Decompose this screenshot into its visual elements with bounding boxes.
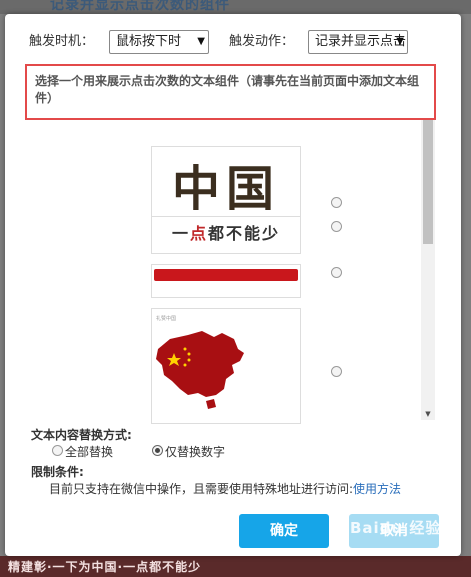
scroll-down-icon[interactable]: ▼ <box>421 408 435 420</box>
scrollbar-thumb[interactable] <box>423 104 433 244</box>
slogan-part-1: 一 <box>171 224 190 243</box>
background-footer-text: 精建彰·一下为中国·一点都不能少 <box>8 560 202 574</box>
component-radio-1[interactable] <box>331 197 342 208</box>
component-radio-4[interactable] <box>331 366 342 377</box>
trigger-action-label: 触发动作： <box>229 34 295 49</box>
background-page-footer: 精建彰·一下为中国·一点都不能少 <box>0 556 471 577</box>
trigger-settings-dialog: 触发时机： 鼠标按下时 ▼ 触发动作： 记录并显示点击 ▼ 选择一个用来展示点击… <box>5 14 461 556</box>
chevron-down-icon: ▼ <box>396 36 404 47</box>
trigger-timing-select[interactable]: 鼠标按下时 ▼ <box>109 30 209 54</box>
usage-link[interactable]: 使用方法 <box>353 482 401 496</box>
trigger-row: 触发时机： 鼠标按下时 ▼ 触发动作： 记录并显示点击 ▼ <box>5 29 461 55</box>
trigger-action-value: 记录并显示点击 <box>315 34 407 49</box>
baidu-watermark: Baidu 经验 <box>350 519 442 537</box>
slogan-part-3: 都不能少 <box>208 224 281 243</box>
instruction-box: 选择一个用来展示点击次数的文本组件（请事先在当前页面中添加文本组件） <box>25 64 436 120</box>
replace-mode-label: 文本内容替换方式: <box>31 428 132 442</box>
component-thumb-red-bar[interactable] <box>151 264 301 298</box>
limit-note: 目前只支持在微信中操作，且需要使用特殊地址进行访问:使用方法 <box>49 480 401 497</box>
replace-digits-radio[interactable] <box>152 445 163 456</box>
chevron-down-icon: ▼ <box>197 36 205 47</box>
trigger-action-select[interactable]: 记录并显示点击 ▼ <box>308 30 408 54</box>
background-title-text: 记录并显示点击次数的组件 <box>50 0 230 13</box>
confirm-button[interactable]: 确定 <box>239 514 329 548</box>
limit-note-text: 目前只支持在微信中操作，且需要使用特殊地址进行访问: <box>49 482 354 496</box>
limit-label: 限制条件: <box>31 465 84 479</box>
slogan-part-2: 点 <box>189 224 208 243</box>
component-radio-3[interactable] <box>331 267 342 278</box>
red-bar-graphic <box>154 269 298 281</box>
replace-all-radio[interactable] <box>52 445 63 456</box>
list-scrollbar[interactable]: ▲ ▼ <box>421 90 435 420</box>
component-radio-2[interactable] <box>331 221 342 232</box>
replace-all-label[interactable]: 全部替换 <box>65 445 113 459</box>
trigger-timing-label: 触发时机： <box>29 34 95 49</box>
trigger-timing-value: 鼠标按下时 <box>116 34 182 49</box>
background-page-title: 记录并显示点击次数的组件 <box>0 0 471 14</box>
china-map-icon <box>156 331 244 409</box>
instruction-text: 选择一个用来展示点击次数的文本组件（请事先在当前页面中添加文本组件） <box>35 74 420 105</box>
component-thumb-slogan[interactable]: 一点都不能少 <box>151 216 301 254</box>
replace-digits-label[interactable]: 仅替换数字 <box>165 445 225 459</box>
component-thumb-map-poster[interactable]: 礼赞中国 <box>151 308 301 424</box>
thumb-slogan-text: 一点都不能少 <box>152 217 300 253</box>
component-list[interactable]: 选择一个用来展示点击次数的文本组件（请事先在当前页面中添加文本组件） 中国 一点… <box>25 64 441 424</box>
